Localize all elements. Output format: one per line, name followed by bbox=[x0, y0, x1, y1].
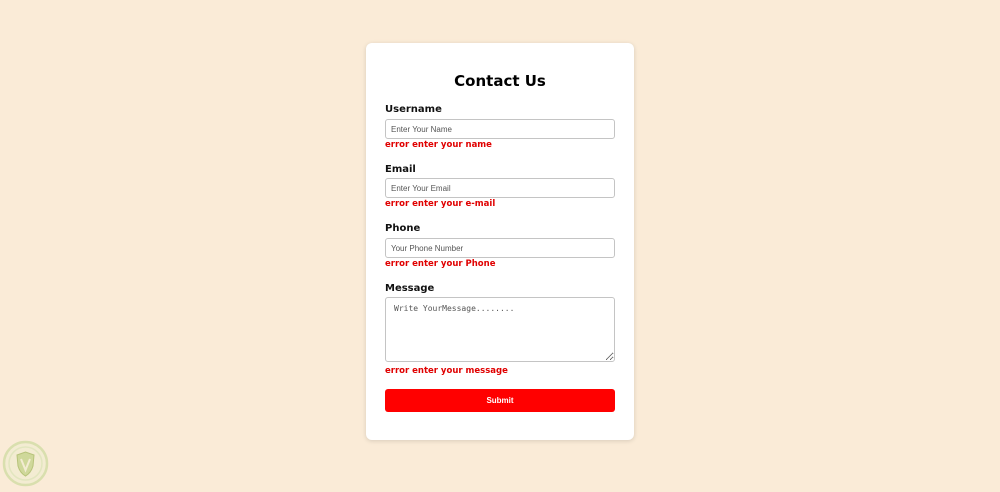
username-label: Username bbox=[385, 104, 442, 115]
phone-label: Phone bbox=[385, 223, 421, 234]
submit-button[interactable]: Submit bbox=[385, 389, 615, 412]
shield-logo-icon bbox=[2, 440, 49, 487]
username-input[interactable] bbox=[385, 119, 615, 139]
email-input[interactable] bbox=[385, 178, 615, 198]
phone-error: error enter your Phone bbox=[385, 259, 496, 269]
email-error: error enter your e-mail bbox=[385, 199, 496, 209]
message-label: Message bbox=[385, 283, 435, 294]
email-label: Email bbox=[385, 164, 416, 175]
contact-form-card: Contact Us Username error enter your nam… bbox=[366, 43, 634, 440]
message-textarea[interactable] bbox=[385, 297, 615, 362]
username-error: error enter your name bbox=[385, 140, 492, 150]
phone-input[interactable] bbox=[385, 238, 615, 258]
form-title: Contact Us bbox=[454, 72, 546, 90]
message-error: error enter your message bbox=[385, 366, 508, 376]
